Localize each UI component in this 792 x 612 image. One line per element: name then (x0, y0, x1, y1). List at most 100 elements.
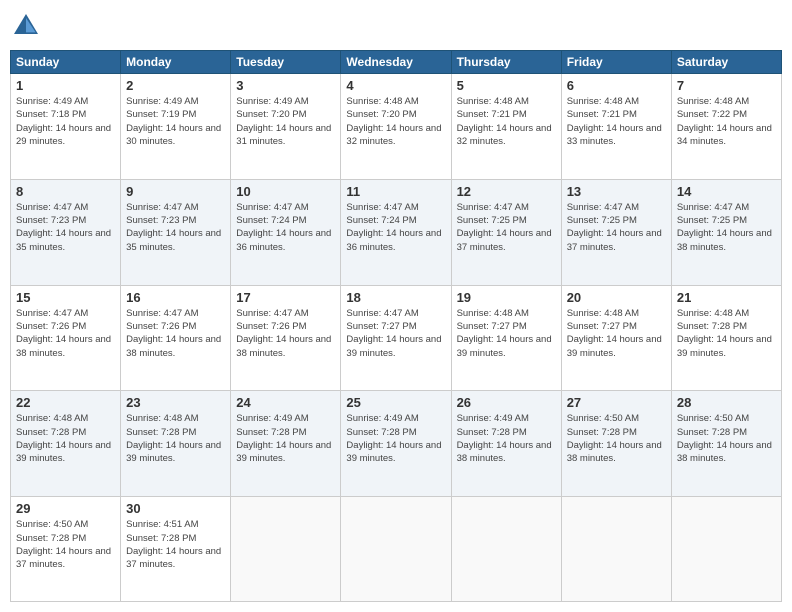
day-number: 5 (457, 78, 556, 93)
day-number: 11 (346, 184, 445, 199)
day-info: Sunrise: 4:49 AMSunset: 7:20 PMDaylight:… (236, 96, 331, 147)
day-info: Sunrise: 4:49 AMSunset: 7:28 PMDaylight:… (457, 413, 552, 464)
day-info: Sunrise: 4:48 AMSunset: 7:28 PMDaylight:… (16, 413, 111, 464)
col-saturday: Saturday (671, 51, 781, 74)
day-info: Sunrise: 4:50 AMSunset: 7:28 PMDaylight:… (677, 413, 772, 464)
day-info: Sunrise: 4:49 AMSunset: 7:28 PMDaylight:… (236, 413, 331, 464)
day-info: Sunrise: 4:47 AMSunset: 7:25 PMDaylight:… (457, 202, 552, 253)
day-number: 8 (16, 184, 115, 199)
day-number: 23 (126, 395, 225, 410)
calendar-cell: 12 Sunrise: 4:47 AMSunset: 7:25 PMDaylig… (451, 179, 561, 285)
calendar-cell: 18 Sunrise: 4:47 AMSunset: 7:27 PMDaylig… (341, 285, 451, 391)
calendar-cell: 5 Sunrise: 4:48 AMSunset: 7:21 PMDayligh… (451, 74, 561, 180)
day-number: 7 (677, 78, 776, 93)
day-number: 28 (677, 395, 776, 410)
day-info: Sunrise: 4:49 AMSunset: 7:18 PMDaylight:… (16, 96, 111, 147)
calendar-cell: 25 Sunrise: 4:49 AMSunset: 7:28 PMDaylig… (341, 391, 451, 497)
day-number: 6 (567, 78, 666, 93)
day-info: Sunrise: 4:50 AMSunset: 7:28 PMDaylight:… (567, 413, 662, 464)
day-number: 16 (126, 290, 225, 305)
calendar-cell (671, 497, 781, 602)
day-info: Sunrise: 4:47 AMSunset: 7:26 PMDaylight:… (126, 308, 221, 359)
logo (10, 10, 46, 42)
calendar-cell (451, 497, 561, 602)
calendar-cell: 2 Sunrise: 4:49 AMSunset: 7:19 PMDayligh… (121, 74, 231, 180)
day-number: 15 (16, 290, 115, 305)
day-number: 30 (126, 501, 225, 516)
day-info: Sunrise: 4:48 AMSunset: 7:20 PMDaylight:… (346, 96, 441, 147)
calendar-cell: 6 Sunrise: 4:48 AMSunset: 7:21 PMDayligh… (561, 74, 671, 180)
page: Sunday Monday Tuesday Wednesday Thursday… (0, 0, 792, 612)
calendar-cell: 28 Sunrise: 4:50 AMSunset: 7:28 PMDaylig… (671, 391, 781, 497)
col-thursday: Thursday (451, 51, 561, 74)
calendar-cell: 4 Sunrise: 4:48 AMSunset: 7:20 PMDayligh… (341, 74, 451, 180)
calendar-cell: 11 Sunrise: 4:47 AMSunset: 7:24 PMDaylig… (341, 179, 451, 285)
day-info: Sunrise: 4:48 AMSunset: 7:28 PMDaylight:… (677, 308, 772, 359)
day-number: 10 (236, 184, 335, 199)
day-info: Sunrise: 4:49 AMSunset: 7:28 PMDaylight:… (346, 413, 441, 464)
calendar-cell: 30 Sunrise: 4:51 AMSunset: 7:28 PMDaylig… (121, 497, 231, 602)
col-wednesday: Wednesday (341, 51, 451, 74)
day-info: Sunrise: 4:47 AMSunset: 7:23 PMDaylight:… (126, 202, 221, 253)
day-info: Sunrise: 4:48 AMSunset: 7:21 PMDaylight:… (457, 96, 552, 147)
calendar-cell: 26 Sunrise: 4:49 AMSunset: 7:28 PMDaylig… (451, 391, 561, 497)
day-number: 2 (126, 78, 225, 93)
col-monday: Monday (121, 51, 231, 74)
calendar-cell: 3 Sunrise: 4:49 AMSunset: 7:20 PMDayligh… (231, 74, 341, 180)
day-number: 26 (457, 395, 556, 410)
day-number: 12 (457, 184, 556, 199)
day-number: 18 (346, 290, 445, 305)
calendar-cell: 1 Sunrise: 4:49 AMSunset: 7:18 PMDayligh… (11, 74, 121, 180)
col-sunday: Sunday (11, 51, 121, 74)
day-number: 9 (126, 184, 225, 199)
calendar-cell (341, 497, 451, 602)
day-info: Sunrise: 4:48 AMSunset: 7:27 PMDaylight:… (567, 308, 662, 359)
calendar-cell: 13 Sunrise: 4:47 AMSunset: 7:25 PMDaylig… (561, 179, 671, 285)
day-info: Sunrise: 4:48 AMSunset: 7:22 PMDaylight:… (677, 96, 772, 147)
day-number: 22 (16, 395, 115, 410)
day-info: Sunrise: 4:48 AMSunset: 7:21 PMDaylight:… (567, 96, 662, 147)
header (10, 10, 782, 42)
day-number: 14 (677, 184, 776, 199)
calendar-cell: 8 Sunrise: 4:47 AMSunset: 7:23 PMDayligh… (11, 179, 121, 285)
calendar-cell: 7 Sunrise: 4:48 AMSunset: 7:22 PMDayligh… (671, 74, 781, 180)
calendar-cell: 23 Sunrise: 4:48 AMSunset: 7:28 PMDaylig… (121, 391, 231, 497)
day-info: Sunrise: 4:47 AMSunset: 7:26 PMDaylight:… (16, 308, 111, 359)
day-info: Sunrise: 4:51 AMSunset: 7:28 PMDaylight:… (126, 519, 221, 570)
logo-icon (10, 10, 42, 42)
day-number: 25 (346, 395, 445, 410)
calendar-cell: 10 Sunrise: 4:47 AMSunset: 7:24 PMDaylig… (231, 179, 341, 285)
day-info: Sunrise: 4:47 AMSunset: 7:23 PMDaylight:… (16, 202, 111, 253)
calendar-cell: 14 Sunrise: 4:47 AMSunset: 7:25 PMDaylig… (671, 179, 781, 285)
calendar-cell: 16 Sunrise: 4:47 AMSunset: 7:26 PMDaylig… (121, 285, 231, 391)
calendar-cell: 15 Sunrise: 4:47 AMSunset: 7:26 PMDaylig… (11, 285, 121, 391)
day-number: 4 (346, 78, 445, 93)
day-number: 17 (236, 290, 335, 305)
day-number: 1 (16, 78, 115, 93)
day-info: Sunrise: 4:49 AMSunset: 7:19 PMDaylight:… (126, 96, 221, 147)
calendar-cell: 19 Sunrise: 4:48 AMSunset: 7:27 PMDaylig… (451, 285, 561, 391)
day-number: 19 (457, 290, 556, 305)
day-info: Sunrise: 4:47 AMSunset: 7:24 PMDaylight:… (346, 202, 441, 253)
day-info: Sunrise: 4:48 AMSunset: 7:28 PMDaylight:… (126, 413, 221, 464)
day-number: 29 (16, 501, 115, 516)
day-number: 3 (236, 78, 335, 93)
calendar-cell: 20 Sunrise: 4:48 AMSunset: 7:27 PMDaylig… (561, 285, 671, 391)
calendar-cell (231, 497, 341, 602)
calendar-cell: 24 Sunrise: 4:49 AMSunset: 7:28 PMDaylig… (231, 391, 341, 497)
calendar-header-row: Sunday Monday Tuesday Wednesday Thursday… (11, 51, 782, 74)
calendar-cell (561, 497, 671, 602)
day-number: 24 (236, 395, 335, 410)
calendar-cell: 9 Sunrise: 4:47 AMSunset: 7:23 PMDayligh… (121, 179, 231, 285)
col-tuesday: Tuesday (231, 51, 341, 74)
day-info: Sunrise: 4:50 AMSunset: 7:28 PMDaylight:… (16, 519, 111, 570)
day-info: Sunrise: 4:47 AMSunset: 7:25 PMDaylight:… (677, 202, 772, 253)
calendar-cell: 22 Sunrise: 4:48 AMSunset: 7:28 PMDaylig… (11, 391, 121, 497)
day-info: Sunrise: 4:47 AMSunset: 7:24 PMDaylight:… (236, 202, 331, 253)
col-friday: Friday (561, 51, 671, 74)
calendar-cell: 17 Sunrise: 4:47 AMSunset: 7:26 PMDaylig… (231, 285, 341, 391)
calendar-cell: 21 Sunrise: 4:48 AMSunset: 7:28 PMDaylig… (671, 285, 781, 391)
day-info: Sunrise: 4:47 AMSunset: 7:26 PMDaylight:… (236, 308, 331, 359)
calendar-cell: 29 Sunrise: 4:50 AMSunset: 7:28 PMDaylig… (11, 497, 121, 602)
day-number: 27 (567, 395, 666, 410)
